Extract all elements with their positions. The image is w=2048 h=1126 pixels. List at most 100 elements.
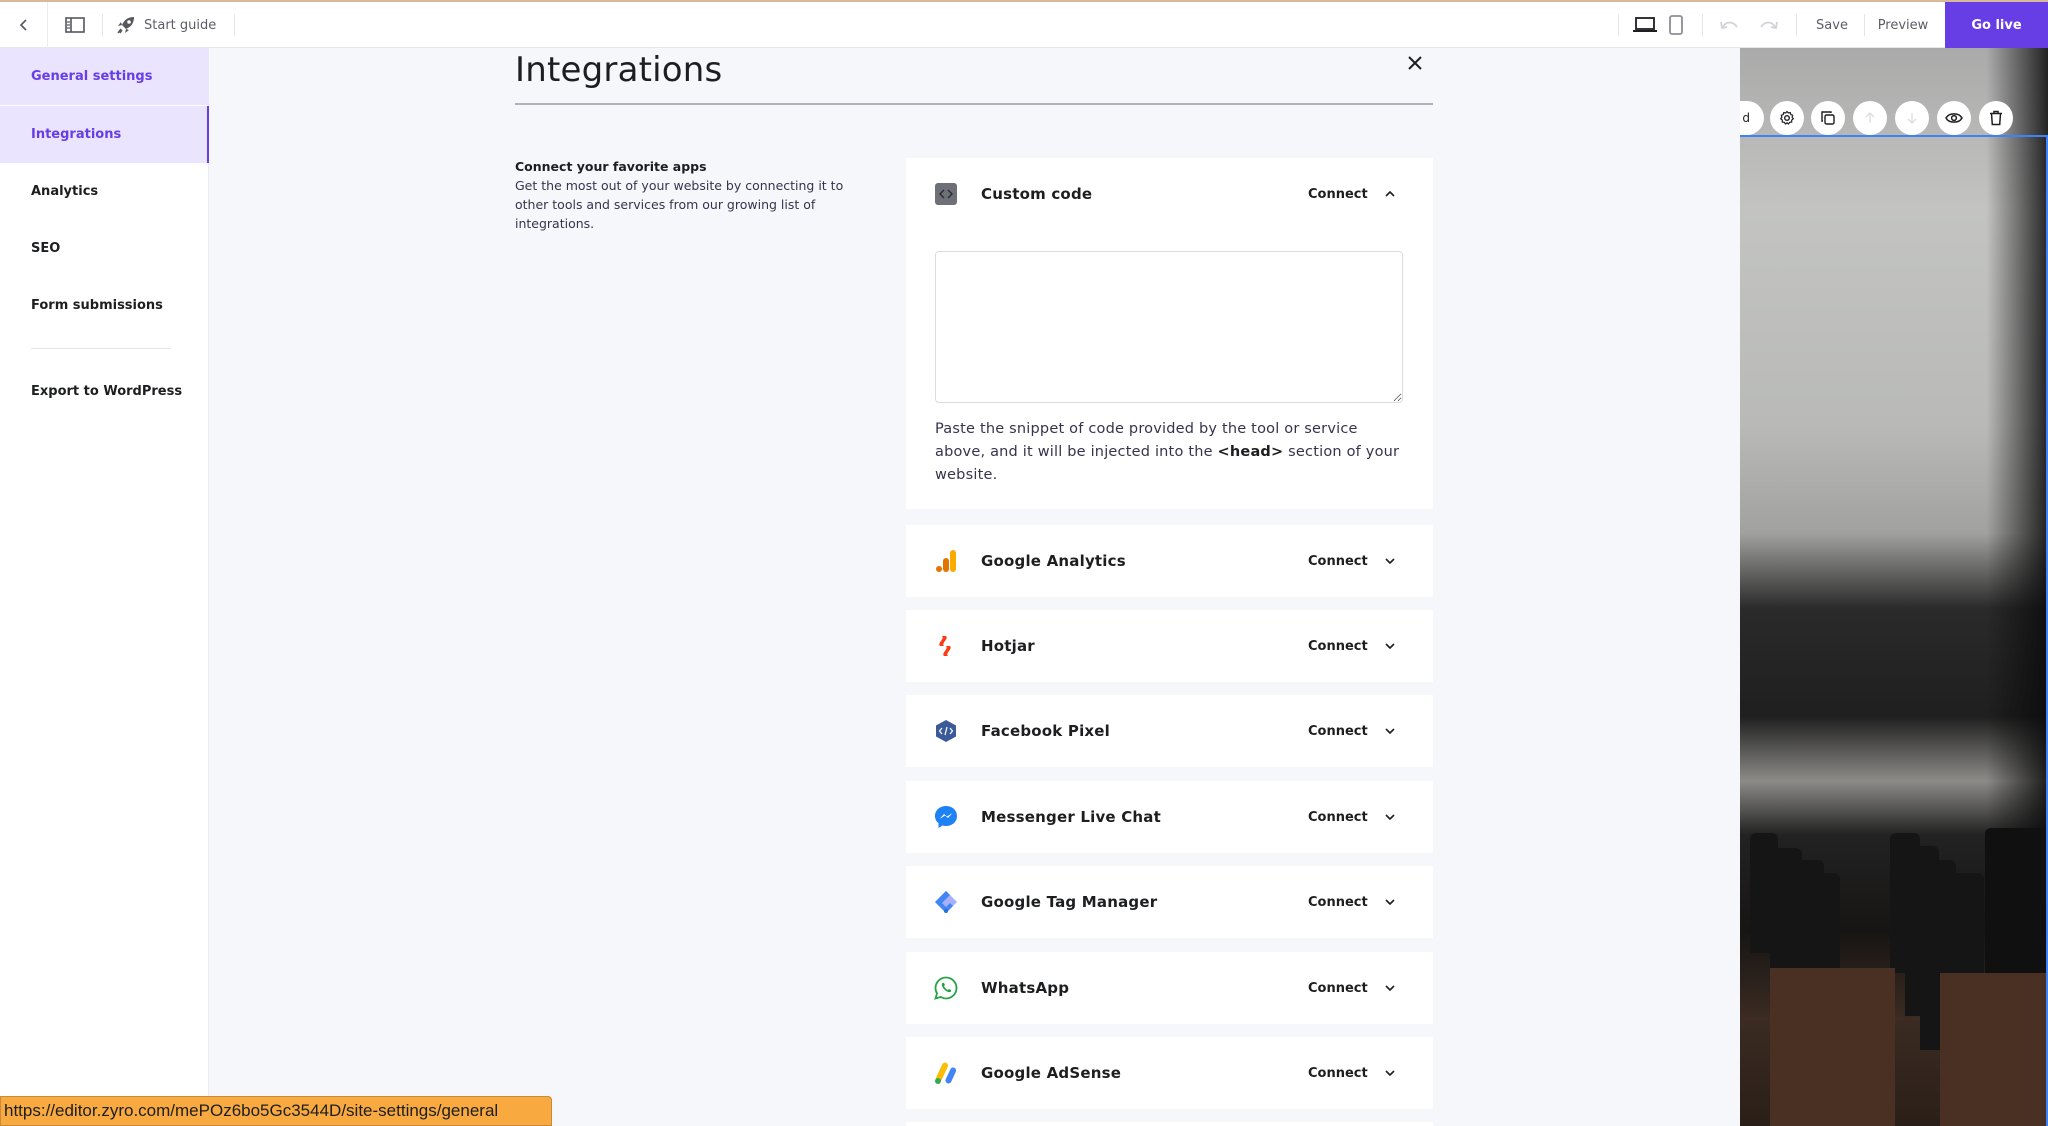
sidebar-item-integrations[interactable]: Integrations (0, 106, 209, 163)
arrow-up-icon (1865, 112, 1875, 123)
chevron-down-icon[interactable] (1383, 1066, 1397, 1080)
integration-name: WhatsApp (981, 979, 1070, 997)
custom-code-help-text: Paste the snippet of code provided by th… (935, 418, 1403, 487)
messenger-icon (935, 806, 957, 828)
go-live-button[interactable]: Go live (1945, 2, 2048, 48)
delete-section-button[interactable] (1979, 101, 2013, 135)
sidebar-item-analytics[interactable]: Analytics (0, 163, 209, 220)
integration-card-custom-code: Custom code Connect Paste the snippet of… (906, 158, 1433, 509)
duplicate-section-button[interactable] (1811, 101, 1845, 135)
connect-button[interactable]: Connect (1308, 158, 1368, 230)
sidebar-divider (31, 348, 171, 349)
duplicate-icon (1821, 111, 1835, 125)
header-divider (1796, 14, 1797, 36)
sidebar-toggle-button[interactable] (60, 2, 90, 48)
header-divider (1864, 14, 1865, 36)
integration-card-hotjar[interactable]: Hotjar Connect (906, 610, 1433, 682)
whatsapp-icon (934, 976, 958, 1000)
sidebar-item-general-settings[interactable]: General settings (0, 48, 209, 105)
sidebar-item-export-wordpress[interactable]: Export to WordPress (0, 363, 209, 420)
undo-icon (1720, 21, 1738, 30)
integration-name: Hotjar (981, 637, 1035, 655)
sidebar-layout-icon (65, 17, 85, 33)
preview-image-detail (1940, 973, 2048, 1126)
connect-button[interactable]: Connect (1308, 610, 1368, 682)
close-button[interactable] (1400, 50, 1430, 78)
eye-icon (1945, 113, 1963, 123)
website-preview[interactable]: d (1740, 48, 2048, 1126)
connect-button[interactable]: Connect (1308, 952, 1368, 1024)
header-divider (234, 14, 235, 36)
undo-button[interactable] (1714, 2, 1744, 48)
section-settings-button[interactable] (1770, 101, 1804, 135)
head-tag-text: <head> (1217, 444, 1284, 460)
code-icon (935, 183, 957, 205)
back-button[interactable] (0, 2, 48, 48)
preview-image-detail (1770, 968, 1895, 1126)
integration-name: Google AdSense (981, 1064, 1122, 1082)
redo-button[interactable] (1754, 2, 1784, 48)
preview-image-detail (1985, 828, 2045, 988)
hotjar-icon (939, 636, 951, 656)
page-title: Integrations (515, 50, 723, 90)
arrow-down-icon (1907, 113, 1917, 124)
connect-button[interactable]: Connect (1308, 695, 1368, 767)
intro-title: Connect your favorite apps (515, 159, 707, 174)
link-status-bar: https://editor.zyro.com/mePOz6bo5Gc3544D… (0, 1096, 552, 1126)
trash-icon (1990, 110, 2002, 126)
chevron-down-icon[interactable] (1383, 810, 1397, 824)
desktop-view-button[interactable] (1630, 2, 1660, 48)
integration-card-google-tag-manager[interactable]: Google Tag Manager Connect (906, 866, 1433, 938)
integration-card-messenger[interactable]: Messenger Live Chat Connect (906, 781, 1433, 853)
chevron-down-icon[interactable] (1383, 981, 1397, 995)
chevron-down-icon[interactable] (1383, 724, 1397, 738)
google-tag-manager-icon (935, 891, 957, 913)
title-divider (515, 103, 1433, 105)
integration-card-google-analytics[interactable]: Google Analytics Connect (906, 525, 1433, 597)
redo-icon (1760, 21, 1778, 30)
integration-card-partial (906, 1122, 1433, 1126)
save-button[interactable]: Save (1808, 2, 1856, 48)
integration-name: Google Tag Manager (981, 893, 1158, 911)
card-header[interactable]: Custom code Connect (906, 158, 1433, 230)
integration-card-google-adsense[interactable]: Google AdSense Connect (906, 1037, 1433, 1109)
preview-button[interactable]: Preview (1872, 2, 1934, 48)
integration-card-facebook-pixel[interactable]: Facebook Pixel Connect (906, 695, 1433, 767)
chevron-down-icon[interactable] (1383, 895, 1397, 909)
laptop-icon (1633, 17, 1657, 32)
selection-outline (1740, 135, 2048, 137)
start-guide-label: Start guide (144, 17, 217, 33)
intro-section: Connect your favorite apps Get the most … (515, 158, 855, 233)
header-divider (1702, 14, 1703, 36)
integration-card-whatsapp[interactable]: WhatsApp Connect (906, 952, 1433, 1024)
settings-sidebar: General settings Integrations Analytics … (0, 48, 209, 1126)
mobile-view-button[interactable] (1665, 2, 1687, 48)
toggle-visibility-button[interactable] (1937, 101, 1971, 135)
rocket-icon (117, 17, 134, 34)
move-up-button[interactable] (1853, 101, 1887, 135)
chevron-down-icon[interactable] (1383, 639, 1397, 653)
connect-button[interactable]: Connect (1308, 866, 1368, 938)
chevron-down-icon[interactable] (1383, 554, 1397, 568)
header-divider (102, 14, 103, 36)
connect-button[interactable]: Connect (1308, 781, 1368, 853)
chevron-up-icon[interactable] (1383, 187, 1397, 201)
move-down-button[interactable] (1895, 101, 1929, 135)
connect-button[interactable]: Connect (1308, 1037, 1368, 1109)
header-divider (1618, 14, 1619, 36)
integration-name: Messenger Live Chat (981, 808, 1161, 826)
start-guide-button[interactable]: Start guide (116, 2, 226, 48)
section-label-button[interactable]: d (1740, 101, 1764, 135)
gear-icon (1779, 110, 1795, 125)
chevron-left-icon (19, 19, 27, 31)
integration-name: Google Analytics (981, 552, 1126, 570)
connect-button[interactable]: Connect (1308, 525, 1368, 597)
google-analytics-icon (936, 550, 956, 572)
facebook-pixel-icon (936, 720, 956, 742)
custom-code-textarea[interactable] (935, 251, 1403, 403)
close-icon (1408, 56, 1422, 70)
sidebar-item-form-submissions[interactable]: Form submissions (0, 277, 209, 334)
editor-header: Start guide Save Preview Go live (0, 2, 2048, 48)
intro-description: Get the most out of your website by conn… (515, 178, 844, 231)
sidebar-item-seo[interactable]: SEO (0, 220, 209, 277)
